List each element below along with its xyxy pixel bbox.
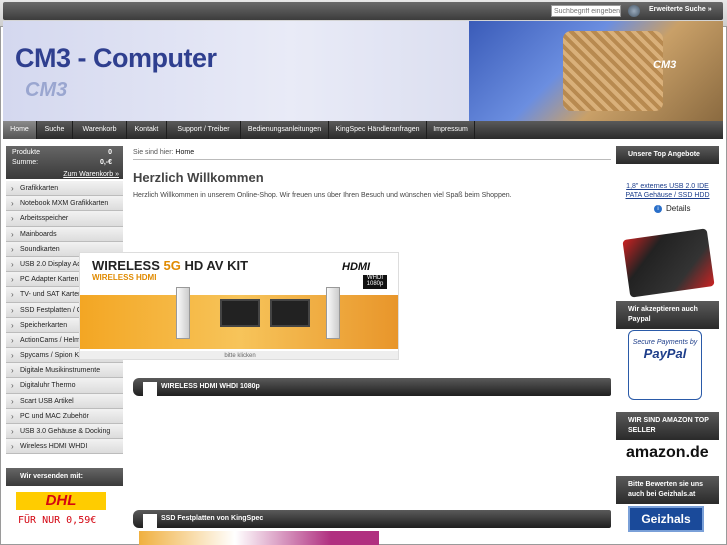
banner-subtitle: WIRELESS HDMI	[92, 273, 157, 282]
cart-products-value: 0	[108, 149, 112, 156]
dhl-logo: DHL	[16, 492, 106, 510]
banner-title: WIRELESS 5G HD AV KIT	[92, 258, 248, 273]
site-header: CM3 - Computer CM3 CM3	[3, 21, 723, 121]
paypal-title: Wir akzeptieren auch Paypal	[616, 301, 719, 329]
nav-imprint[interactable]: Impressum	[427, 121, 475, 139]
section-title: WIRELESS HDMI WHDI 1080p	[161, 383, 260, 390]
banner-title-part: HD AV KIT	[180, 258, 249, 273]
divider	[133, 159, 611, 160]
advanced-search-link[interactable]: Erweiterte Suche »	[649, 6, 712, 13]
breadcrumb-home-link[interactable]: Home	[175, 149, 194, 156]
section-header-ssd: SSD Festplatten von KingSpec	[133, 510, 611, 528]
banner-title-highlight: 5G	[163, 258, 181, 273]
category-item[interactable]: USB 3.0 Gehäuse & Docking	[6, 424, 123, 440]
gpu-brand-label: CM3	[653, 59, 677, 71]
nav-cart[interactable]: Warenkorb	[73, 121, 127, 139]
section-title: SSD Festplatten von KingSpec	[161, 515, 264, 522]
search-bar: Erweiterte Suche »	[3, 2, 723, 20]
section-notch	[143, 514, 157, 528]
tv-screen-image	[220, 299, 260, 327]
amazon-logo[interactable]: amazon.de	[626, 444, 709, 462]
go-to-cart-link[interactable]: Zum Warenkorb »	[63, 171, 119, 178]
search-input[interactable]	[551, 5, 621, 17]
breadcrumb: Sie sind hier: Home	[133, 149, 194, 156]
whdi-badge: WHDI 1080p	[363, 275, 387, 289]
top-offer-product-link[interactable]: 1,8" externes USB 2.0 IDE PATA Gehäuse /…	[620, 182, 715, 200]
cart-sum-value: 0,-€	[99, 159, 112, 166]
paypal-secure-text: Secure Payments by	[632, 339, 698, 346]
wireless-hdmi-banner[interactable]: WIRELESS 5G HD AV KIT WIRELESS HDMI HDMI…	[79, 252, 399, 360]
category-item[interactable]: Notebook MXM Grafikkarten	[6, 196, 123, 212]
category-item[interactable]: Digitale Musikinstrumente	[6, 363, 123, 379]
category-item[interactable]: Grafikkarten	[6, 181, 123, 197]
category-item[interactable]: PC und MAC Zubehör	[6, 408, 123, 424]
category-item[interactable]: Wireless HDMI WHDI	[6, 439, 123, 455]
logo-reflection: CM3	[25, 79, 68, 101]
banner-caption[interactable]: bitte klicken	[80, 351, 398, 359]
amazon-title: WIR SIND AMAZON TOP SELLER	[616, 412, 719, 440]
section-notch	[143, 382, 157, 396]
gpu-cooler-image	[563, 31, 663, 111]
category-item[interactable]: Scart USB Artikel	[6, 393, 123, 409]
receiver-device-image	[326, 287, 340, 339]
category-item[interactable]: Arbeitsspeicher	[6, 211, 123, 227]
transmitter-device-image	[176, 287, 190, 339]
paypal-badge[interactable]: Secure Payments by PayPal	[628, 330, 702, 400]
nav-contact[interactable]: Kontakt	[127, 121, 167, 139]
details-link[interactable]: Details	[666, 204, 690, 213]
nav-search[interactable]: Suche	[37, 121, 73, 139]
section-header-wireless-hdmi: WIRELESS HDMI WHDI 1080p	[133, 378, 611, 396]
hdd-enclosure-image[interactable]	[622, 228, 715, 298]
shipping-price: FÜR NUR 0,59€	[18, 515, 97, 526]
top-offers-title: Unsere Top Angebote	[616, 146, 719, 164]
breadcrumb-label: Sie sind hier:	[133, 149, 174, 156]
paypal-logo: PayPal	[643, 346, 687, 361]
nav-manuals[interactable]: Bedienungsanleitungen	[241, 121, 329, 139]
cart-products-row: Produkte 0	[12, 149, 112, 156]
cart-products-label: Produkte	[12, 149, 41, 156]
geizhals-title: Bitte Bewerten sie uns auch bei Geizhals…	[616, 476, 719, 504]
info-icon[interactable]: i	[654, 205, 662, 213]
hdmi-logo: HDMI	[342, 261, 371, 273]
category-item[interactable]: Mainboards	[6, 226, 123, 242]
main-navigation: Home Suche Warenkorb Kontakt Support / T…	[3, 121, 723, 139]
tv-screen-image	[270, 299, 310, 327]
geizhals-logo[interactable]: Geizhals	[628, 506, 704, 532]
site-logo[interactable]: CM3 - Computer	[15, 43, 217, 74]
shipping-title: Wir versenden mit:	[6, 468, 123, 486]
banner-title-part: WIRELESS	[92, 258, 164, 273]
nav-home[interactable]: Home	[3, 121, 37, 139]
mini-cart: Produkte 0 Summe: 0,-€ Zum Warenkorb »	[6, 146, 123, 179]
ssd-banner-preview[interactable]	[139, 531, 379, 545]
cart-sum-label: Summe:	[12, 159, 39, 166]
category-item[interactable]: Digitaluhr Thermo	[6, 378, 123, 394]
welcome-text: Herzlich Willkommen in unserem Online-Sh…	[133, 192, 512, 199]
cart-sum-row: Summe: 0,-€	[12, 159, 112, 166]
search-go-icon[interactable]	[628, 5, 640, 17]
nav-support[interactable]: Support / Treiber	[167, 121, 241, 139]
nav-kingspec-dealers[interactable]: KingSpec Händleranfragen	[329, 121, 427, 139]
page-title: Herzlich Willkommen	[133, 170, 264, 185]
